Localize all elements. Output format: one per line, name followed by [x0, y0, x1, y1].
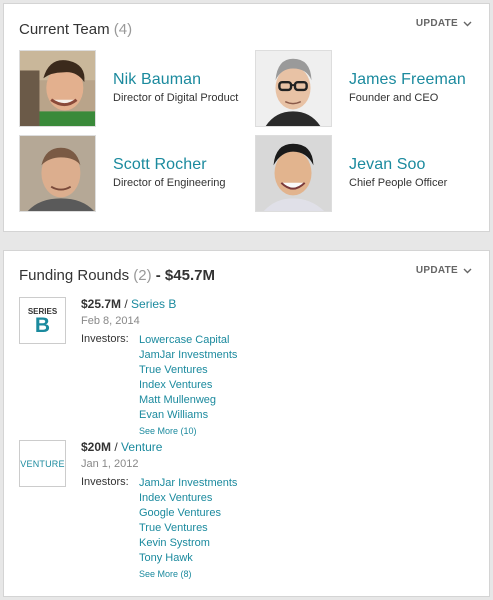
- round-heading: $25.7M / Series B: [81, 297, 401, 311]
- funding-rounds-title-text: Funding Rounds: [19, 267, 130, 284]
- member-name[interactable]: Scott Rocher: [113, 156, 226, 174]
- funding-update-button[interactable]: UPDATE: [416, 265, 472, 276]
- team-member: Scott Rocher Director of Engineering: [19, 135, 226, 212]
- team-update-label: UPDATE: [415, 18, 458, 29]
- venture-badge: VENTURE: [19, 440, 66, 487]
- current-team-card: Current Team (4) UPDATE Nik Bauman Direc…: [3, 3, 490, 232]
- team-member: James Freeman Founder and CEO: [255, 50, 466, 127]
- avatar[interactable]: [255, 50, 332, 127]
- funding-rounds-count: (2): [133, 267, 152, 284]
- investors-label: Investors:: [81, 476, 129, 488]
- funding-rounds-title: Funding Rounds (2) - $45.7M: [19, 267, 215, 284]
- see-more-link[interactable]: See More (8): [139, 569, 237, 579]
- member-name[interactable]: Jevan Soo: [349, 156, 447, 174]
- round-date: Jan 1, 2012: [81, 458, 139, 470]
- investor-link[interactable]: Matt Mullenweg: [139, 393, 237, 408]
- investor-link[interactable]: True Ventures: [139, 363, 237, 378]
- round-type-link[interactable]: Venture: [121, 440, 162, 454]
- current-team-count: (4): [113, 21, 133, 38]
- series-b-badge: SERIES B: [19, 297, 66, 344]
- avatar[interactable]: [255, 135, 332, 212]
- round-separator: /: [121, 297, 132, 311]
- investor-link[interactable]: Index Ventures: [139, 491, 237, 506]
- member-name[interactable]: Nik Bauman: [113, 71, 238, 89]
- team-member: Nik Bauman Director of Digital Product: [19, 50, 238, 127]
- investor-link[interactable]: Lowercase Capital: [139, 333, 237, 348]
- round-separator: /: [111, 440, 122, 454]
- member-role: Director of Engineering: [113, 177, 226, 189]
- investors-label: Investors:: [81, 333, 129, 345]
- see-more-link[interactable]: See More (10): [139, 426, 237, 436]
- current-team-title: Current Team (4): [19, 21, 132, 38]
- member-role: Founder and CEO: [349, 92, 439, 104]
- investor-link[interactable]: Tony Hawk: [139, 551, 237, 566]
- investor-link[interactable]: Index Ventures: [139, 378, 237, 393]
- badge-big-text: B: [34, 314, 51, 337]
- avatar[interactable]: [19, 50, 96, 127]
- funding-update-label: UPDATE: [415, 265, 458, 276]
- member-name[interactable]: James Freeman: [349, 71, 466, 89]
- round-date: Feb 8, 2014: [81, 315, 140, 327]
- funding-rounds-card: Funding Rounds (2) - $45.7M UPDATE SERIE…: [3, 250, 490, 597]
- investor-link[interactable]: Google Ventures: [139, 506, 237, 521]
- investor-link[interactable]: JamJar Investments: [139, 348, 237, 363]
- current-team-title-text: Current Team: [19, 21, 110, 38]
- member-role: Chief People Officer: [349, 177, 448, 189]
- team-update-button[interactable]: UPDATE: [416, 18, 472, 29]
- badge-word-text: VENTURE: [20, 459, 65, 469]
- round-amount: $25.7M: [81, 297, 122, 311]
- investors-section: Investors: JamJar Investments Index Vent…: [81, 476, 401, 579]
- investor-link[interactable]: True Ventures: [139, 521, 237, 536]
- chevron-down-icon: [463, 268, 472, 273]
- chevron-down-icon: [463, 21, 472, 26]
- round-heading: $20M / Venture: [81, 440, 401, 454]
- team-member: Jevan Soo Chief People Officer: [255, 135, 447, 212]
- funding-rounds-total: - $45.7M: [155, 267, 215, 284]
- round-type-link[interactable]: Series B: [131, 297, 176, 311]
- investor-link[interactable]: Evan Williams: [139, 408, 237, 423]
- investor-link[interactable]: JamJar Investments: [139, 476, 237, 491]
- avatar[interactable]: [19, 135, 96, 212]
- round-amount: $20M: [81, 440, 112, 454]
- member-role: Director of Digital Product: [113, 92, 239, 104]
- investors-section: Investors: Lowercase Capital JamJar Inve…: [81, 333, 401, 436]
- investor-link[interactable]: Kevin Systrom: [139, 536, 237, 551]
